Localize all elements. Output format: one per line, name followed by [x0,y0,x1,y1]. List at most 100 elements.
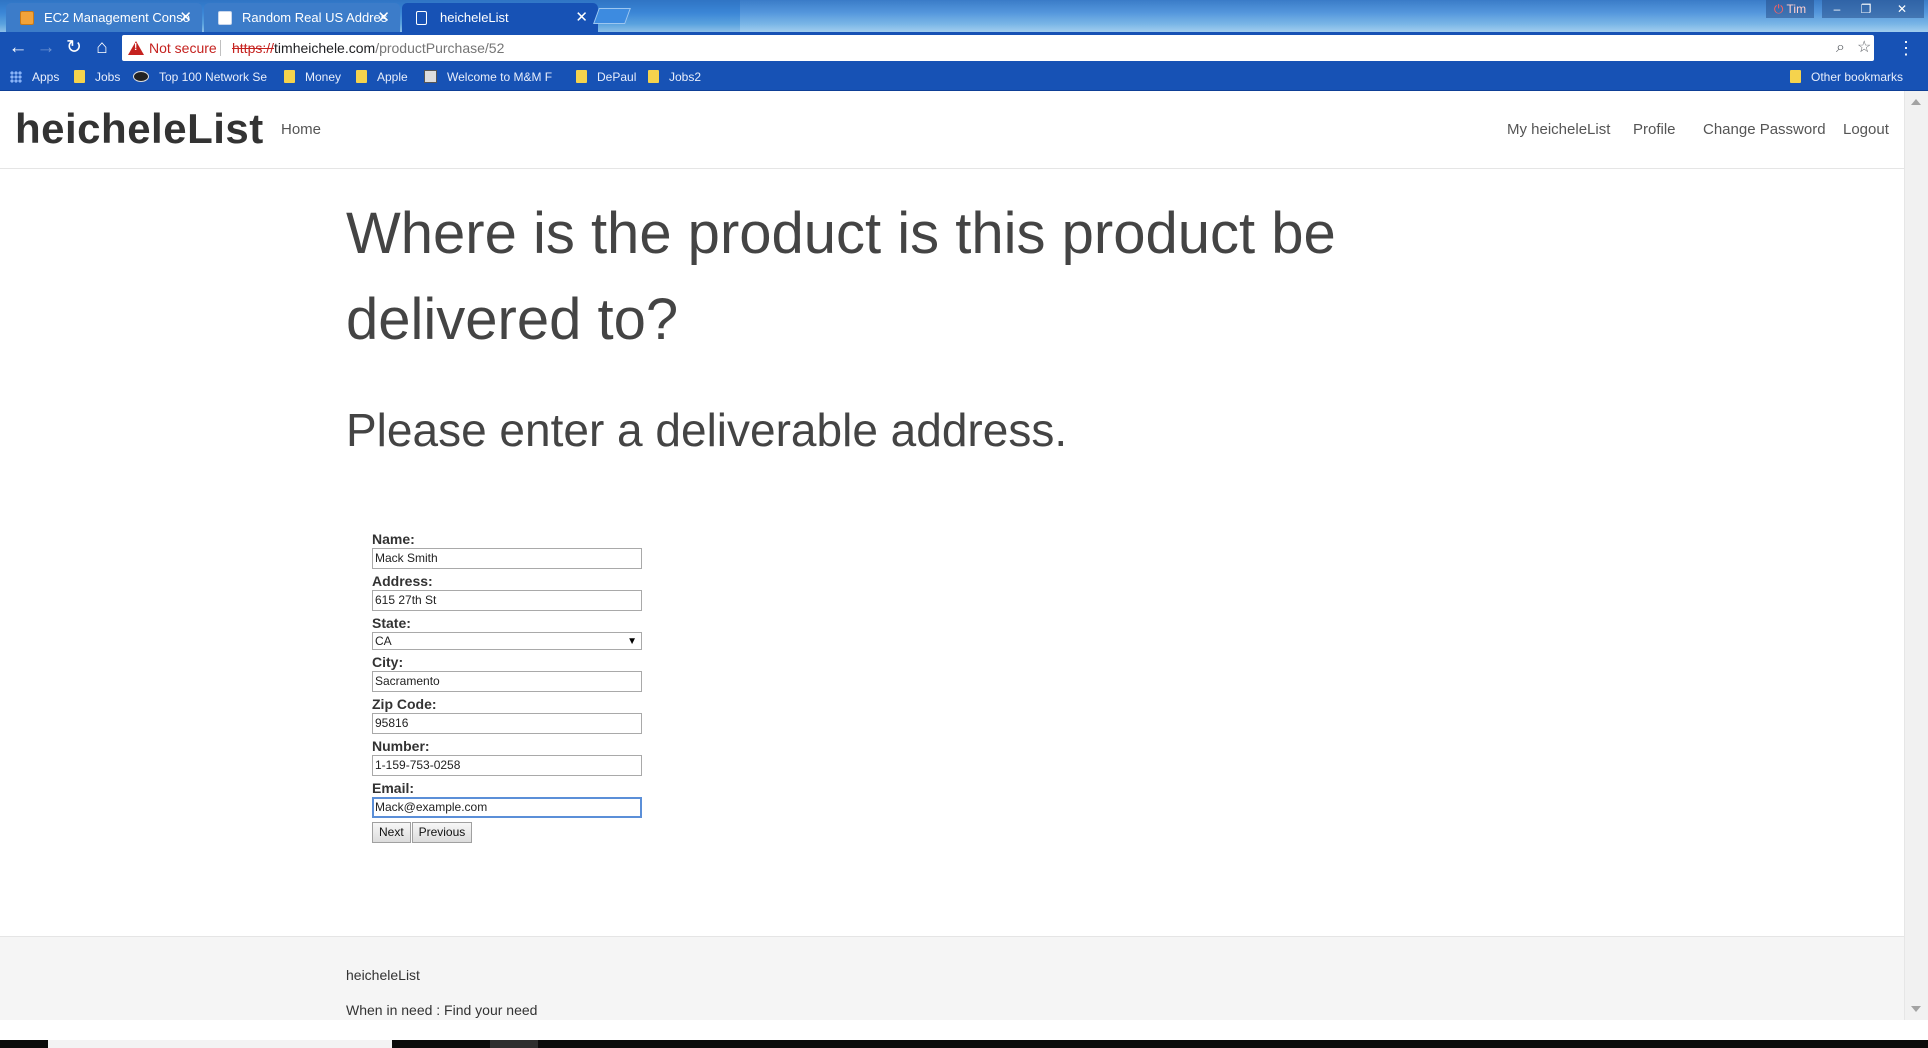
nav-my-list[interactable]: My heicheleList [1507,121,1610,138]
close-window-button[interactable]: ✕ [1880,0,1924,18]
bookmark-welcome-mm[interactable]: Welcome to M&M F [424,64,560,90]
nav-change-password[interactable]: Change Password [1703,121,1826,138]
main-content: Where is the product is this product be … [346,191,1446,457]
nav-profile[interactable]: Profile [1633,121,1676,138]
form-buttons: Next Previous [372,822,652,844]
name-field[interactable]: Mack Smith [372,548,642,569]
url-host: timheichele.com [274,40,376,56]
building-icon [424,70,437,83]
bookmark-money[interactable]: Money [284,64,341,90]
nav-home[interactable]: Home [281,121,321,138]
tab-title: EC2 Management Conso [44,10,190,25]
bookmark-label: Top 100 Network Se [159,70,268,84]
state-selected-value: CA [375,634,392,648]
restore-button[interactable]: ❐ [1852,0,1880,18]
document-icon [218,11,232,25]
bookmark-apple[interactable]: Apple [356,64,408,90]
reload-icon[interactable]: ↻ [62,36,86,60]
bookmark-other[interactable]: Other bookmarks [1790,64,1903,90]
zoom-icon[interactable]: ⌕ [1836,35,1845,61]
profile-icon: ⏻ [1773,2,1784,16]
folder-icon [74,70,85,83]
address-form: Name: Mack Smith Address: 615 27th St St… [372,527,652,844]
bookmark-label: Jobs2 [669,70,702,84]
bookmark-top-100-network[interactable]: Top 100 Network Se [133,64,273,90]
bookmarks-bar: Apps Jobs Top 100 Network Se Money Apple… [0,64,1928,91]
minimize-button[interactable]: – [1822,0,1852,18]
footer-brand: heicheleList [346,967,420,983]
page-icon [416,11,427,25]
security-label[interactable]: Not secure [149,35,217,61]
address-label: Address: [372,573,433,589]
next-button[interactable]: Next [372,822,411,843]
taskbar-search[interactable] [48,1040,392,1048]
bookmark-jobs2[interactable]: Jobs2 [648,64,701,90]
web-page: heicheleList Home My heicheleList Profil… [0,91,1904,1020]
profile-name: Tim [1786,2,1807,16]
profile-button[interactable]: ⏻ Tim [1766,0,1814,18]
os-taskbar [0,1040,1928,1048]
zip-label: Zip Code: [372,696,437,712]
star-icon[interactable]: ☆ [1857,35,1871,61]
email-field[interactable]: Mack@example.com [372,797,642,818]
menu-icon[interactable]: ⋮ [1896,36,1916,60]
back-icon[interactable]: ← [6,36,30,60]
nav-logout[interactable]: Logout [1843,121,1889,138]
site-footer: heicheleList When in need : Find your ne… [0,936,1904,1020]
tab-heichelelist[interactable]: heicheleList ✕ [402,3,598,32]
bookmark-jobs[interactable]: Jobs [74,64,120,90]
site-navbar: heicheleList Home My heicheleList Profil… [0,91,1904,169]
bookmark-label: Other bookmarks [1811,70,1904,84]
brand-logo[interactable]: heicheleList [15,105,264,153]
page-subtitle: Please enter a deliverable address. [346,404,1068,456]
page-scrollbar[interactable] [1904,91,1928,1020]
footer-tagline: When in need : Find your need [346,1002,538,1018]
tab-title: Random Real US Addres [242,10,388,25]
url-text[interactable]: https://timheichele.com/productPurchase/… [232,35,504,61]
tab-title: heicheleList [440,10,509,25]
state-select[interactable]: CA ▼ [372,632,642,650]
bookmark-label: Apple [377,70,408,84]
bookmark-label: Apps [32,70,60,84]
phone-field[interactable]: 1-159-753-0258 [372,755,642,776]
taskbar-item[interactable] [490,1040,538,1048]
url-scheme: https:// [232,40,275,56]
bookmark-label: Jobs [95,70,121,84]
close-icon[interactable]: ✕ [377,3,390,32]
tab-random-real-us-address[interactable]: Random Real US Addres ✕ [204,3,400,32]
zip-field[interactable]: 95816 [372,713,642,734]
email-label: Email: [372,780,415,796]
state-label: State: [372,615,411,631]
browser-toolbar: ← → ↻ ⌂ Not secure https://timheichele.c… [0,32,1928,64]
forward-icon[interactable]: → [34,36,58,60]
previous-button[interactable]: Previous [411,822,473,843]
close-icon[interactable]: ✕ [179,3,192,32]
new-tab-button[interactable] [593,8,631,24]
folder-icon [648,70,659,83]
page-title: Where is the product is this product be … [346,201,1336,352]
box-icon [20,11,34,25]
tab-strip: EC2 Management Conso ✕ Random Real US Ad… [0,0,1928,32]
bookmark-label: Money [305,70,342,84]
folder-icon [284,70,295,83]
scroll-down-icon[interactable] [1911,1006,1921,1012]
divider [220,40,221,56]
dropdown-arrow-icon: ▼ [627,636,637,647]
url-path: /productPurchase/52 [375,40,505,56]
scroll-up-icon[interactable] [1911,99,1921,105]
bookmark-label: DePaul [597,70,637,84]
close-icon[interactable]: ✕ [575,3,588,32]
bookmark-depaul[interactable]: DePaul [576,64,636,90]
name-label: Name: [372,531,415,547]
number-label: Number: [372,738,430,754]
city-label: City: [372,654,404,670]
folder-icon [1790,70,1801,83]
apps-grid-icon [10,71,22,83]
bookmark-apps[interactable]: Apps [10,64,59,90]
tab-ec2-management-console[interactable]: EC2 Management Conso ✕ [6,3,202,32]
home-icon[interactable]: ⌂ [90,36,114,60]
address-field[interactable]: 615 27th St [372,590,642,611]
city-field[interactable]: Sacramento [372,671,642,692]
folder-icon [356,70,367,83]
address-bar[interactable]: Not secure https://timheichele.com/produ… [122,35,1874,61]
